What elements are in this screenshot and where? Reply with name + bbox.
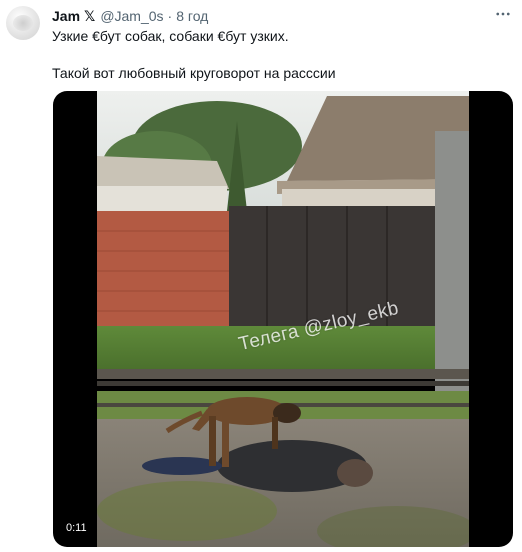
avatar[interactable] bbox=[6, 6, 40, 40]
tweet-text-line-2: Такой вот любовный круговорот на расссии bbox=[52, 65, 336, 81]
tweet[interactable]: Jam 𝕏 @Jam_0s · 8 год Узкие €бут собак, … bbox=[0, 0, 522, 552]
video-frame: Телега @zloy_ekb bbox=[97, 91, 469, 547]
user-handle[interactable]: @Jam_0s bbox=[100, 8, 163, 24]
video-player[interactable]: Телега @zloy_ekb 0:11 bbox=[53, 91, 513, 547]
video-duration-badge: 0:11 bbox=[62, 519, 91, 537]
timestamp[interactable]: 8 год bbox=[176, 8, 208, 24]
video-still bbox=[97, 91, 469, 547]
separator-dot: · bbox=[167, 8, 173, 24]
more-options-button[interactable] bbox=[492, 4, 514, 24]
tweet-header: Jam 𝕏 @Jam_0s · 8 год bbox=[52, 7, 208, 25]
tweet-text-line-1: Узкие €бут собак, собаки €бут узких. bbox=[52, 28, 289, 44]
ellipsis-icon bbox=[496, 12, 510, 16]
x-logo-icon: 𝕏 bbox=[84, 7, 96, 24]
display-name[interactable]: Jam bbox=[52, 8, 80, 24]
